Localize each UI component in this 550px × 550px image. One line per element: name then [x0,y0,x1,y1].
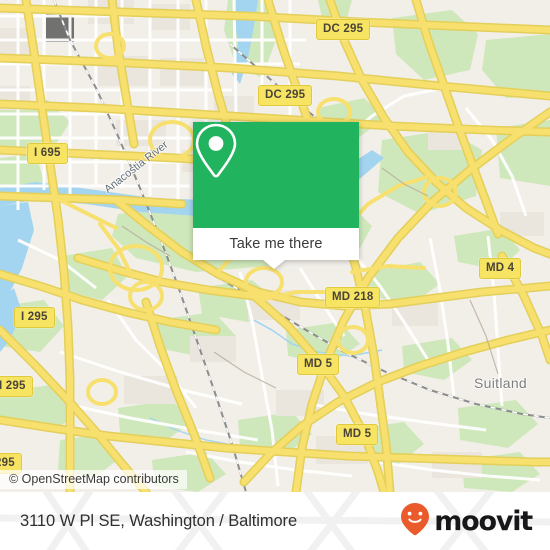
popup-action-area[interactable]: Take me there [193,228,359,260]
highway-shield: I 295 [14,307,55,328]
moovit-brand[interactable]: moovit [400,502,533,541]
highway-shield: MD 4 [479,258,522,279]
map-canvas[interactable]: DC 295 DC 295 I 695 MD 4 MD 218 I 295 MD… [0,0,550,492]
moovit-map-screenshot: DC 295 DC 295 I 695 MD 4 MD 218 I 295 MD… [0,0,550,550]
highway-shield: DC 295 [258,85,313,106]
bottom-info-bar: 3110 W Pl SE, Washington / Baltimore moo… [0,492,550,550]
popup-tail-pointer [263,260,285,269]
popup-pin-area [193,122,359,228]
address-label: 3110 W Pl SE, Washington / Baltimore [20,511,298,530]
moovit-smiley-pin-icon [400,502,430,541]
highway-shield: MD 5 [336,424,379,445]
highway-shield: MD 218 [325,287,381,308]
place-label-suitland: Suitland [474,375,527,391]
highway-shield: DC 295 [316,19,371,40]
highway-shield: I 695 [27,143,68,164]
location-popup-card[interactable]: Take me there [193,122,359,269]
osm-attribution[interactable]: © OpenStreetMap contributors [0,470,187,489]
highway-shield: MD 5 [297,354,340,375]
moovit-wordmark: moovit [434,505,533,537]
take-me-there-button[interactable]: Take me there [229,236,322,252]
highway-shield: I 295 [0,376,33,397]
